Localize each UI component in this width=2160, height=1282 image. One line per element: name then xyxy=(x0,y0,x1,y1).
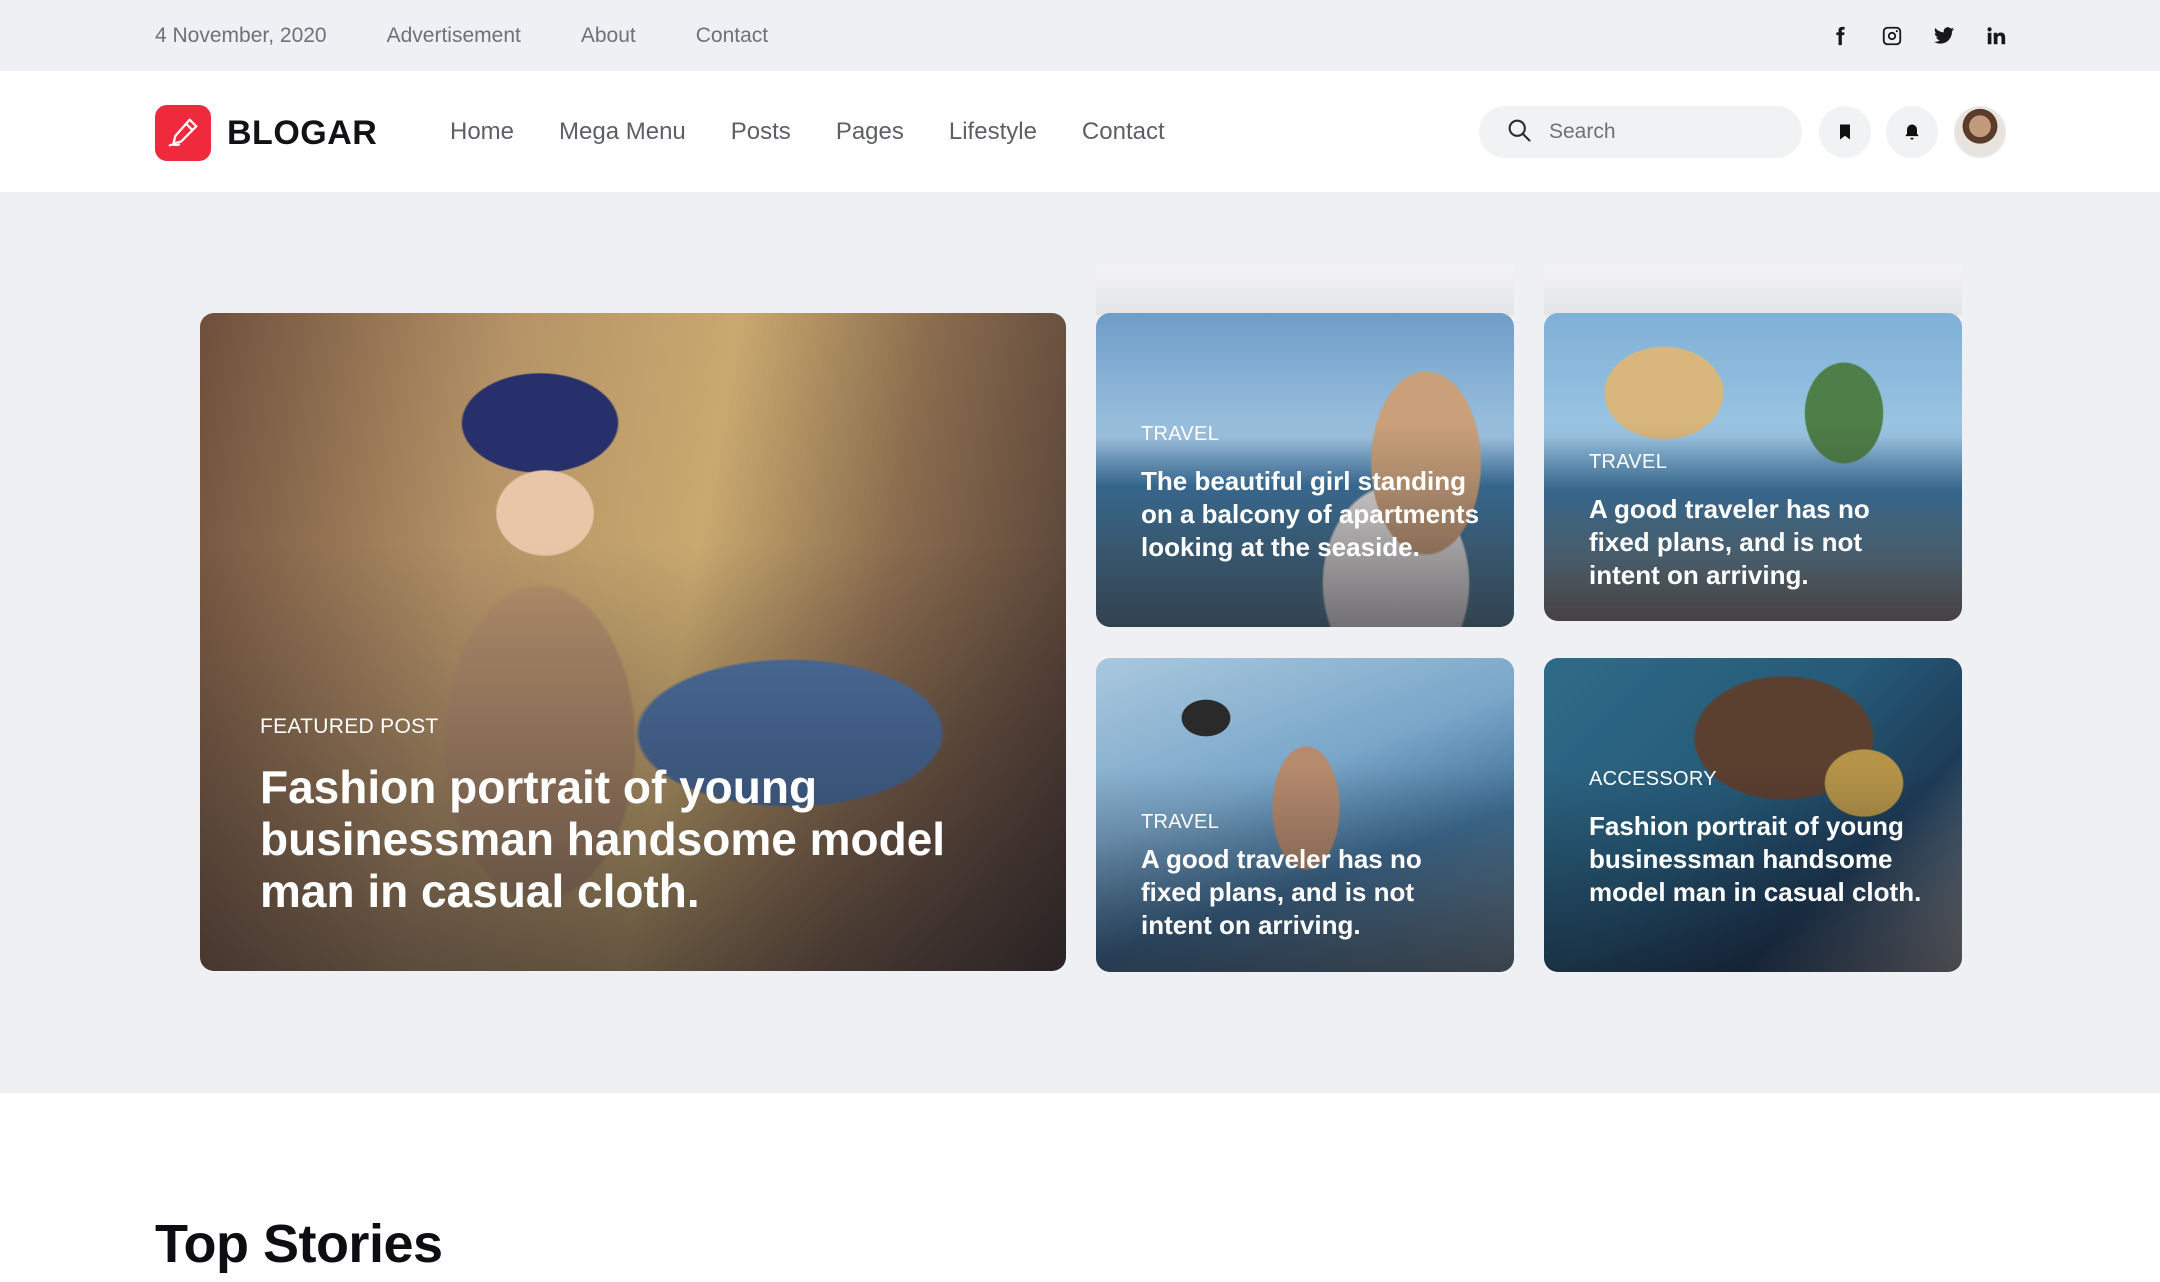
section-title-top-stories: Top Stories xyxy=(155,1214,443,1274)
post-card[interactable]: TRAVEL The beautiful girl standing on a … xyxy=(1096,313,1514,627)
brand-name: BLOGAR xyxy=(227,113,378,152)
top-links: 4 November, 2020 Advertisement About Con… xyxy=(155,0,828,71)
top-link-contact[interactable]: Contact xyxy=(696,24,768,48)
nav-item-home[interactable]: Home xyxy=(450,118,514,146)
search-icon xyxy=(1505,116,1533,149)
notifications-button[interactable] xyxy=(1886,106,1938,158)
post-title[interactable]: Fashion portrait of young businessman ha… xyxy=(260,761,980,917)
nav-item-lifestyle[interactable]: Lifestyle xyxy=(949,118,1037,146)
instagram-icon[interactable] xyxy=(1880,24,1904,48)
bell-icon xyxy=(1905,124,1919,140)
nav-item-contact[interactable]: Contact xyxy=(1082,118,1165,146)
nav-item-pages[interactable]: Pages xyxy=(836,118,904,146)
main-header: BLOGAR Home Mega Menu Posts Pages Lifest… xyxy=(0,71,2160,192)
post-card[interactable]: ACCESSORY Fashion portrait of young busi… xyxy=(1544,658,1962,972)
post-category: TRAVEL xyxy=(1141,811,1220,833)
brand-logo[interactable]: BLOGAR xyxy=(155,105,377,161)
nav-item-mega-menu[interactable]: Mega Menu xyxy=(559,118,686,146)
post-category: ACCESSORY xyxy=(1589,768,1717,790)
card-shadow xyxy=(1544,265,1962,315)
post-title[interactable]: Fashion portrait of young businessman ha… xyxy=(1589,810,1929,909)
avatar[interactable] xyxy=(1954,106,2006,158)
social-links xyxy=(1828,0,2008,71)
main-nav: Home Mega Menu Posts Pages Lifestyle Con… xyxy=(450,71,1210,192)
nav-item-posts[interactable]: Posts xyxy=(731,118,791,146)
post-category: FEATURED POST xyxy=(260,715,439,738)
post-card[interactable]: TRAVEL A good traveler has no fixed plan… xyxy=(1096,658,1514,972)
top-bar: 4 November, 2020 Advertisement About Con… xyxy=(0,0,2160,71)
post-category: TRAVEL xyxy=(1141,423,1220,445)
post-category: TRAVEL xyxy=(1589,451,1668,473)
bookmark-icon xyxy=(1840,124,1850,140)
linkedin-icon[interactable] xyxy=(1984,24,2008,48)
current-date: 4 November, 2020 xyxy=(155,23,327,47)
facebook-icon[interactable] xyxy=(1828,24,1852,48)
twitter-icon[interactable] xyxy=(1932,24,1956,48)
post-title[interactable]: A good traveler has no fixed plans, and … xyxy=(1589,493,1929,592)
top-link-about[interactable]: About xyxy=(581,24,636,48)
post-title[interactable]: A good traveler has no fixed plans, and … xyxy=(1141,843,1481,942)
pen-icon xyxy=(155,105,211,161)
search-box[interactable] xyxy=(1479,106,1802,158)
post-card[interactable]: TRAVEL A good traveler has no fixed plan… xyxy=(1544,313,1962,621)
search-input[interactable] xyxy=(1549,120,1779,144)
post-title[interactable]: The beautiful girl standing on a balcony… xyxy=(1141,465,1481,564)
featured-post-card[interactable]: FEATURED POST Fashion portrait of young … xyxy=(200,313,1066,971)
bookmark-button[interactable] xyxy=(1819,106,1871,158)
card-shadow xyxy=(1096,265,1514,315)
top-link-advertisement[interactable]: Advertisement xyxy=(387,24,521,48)
